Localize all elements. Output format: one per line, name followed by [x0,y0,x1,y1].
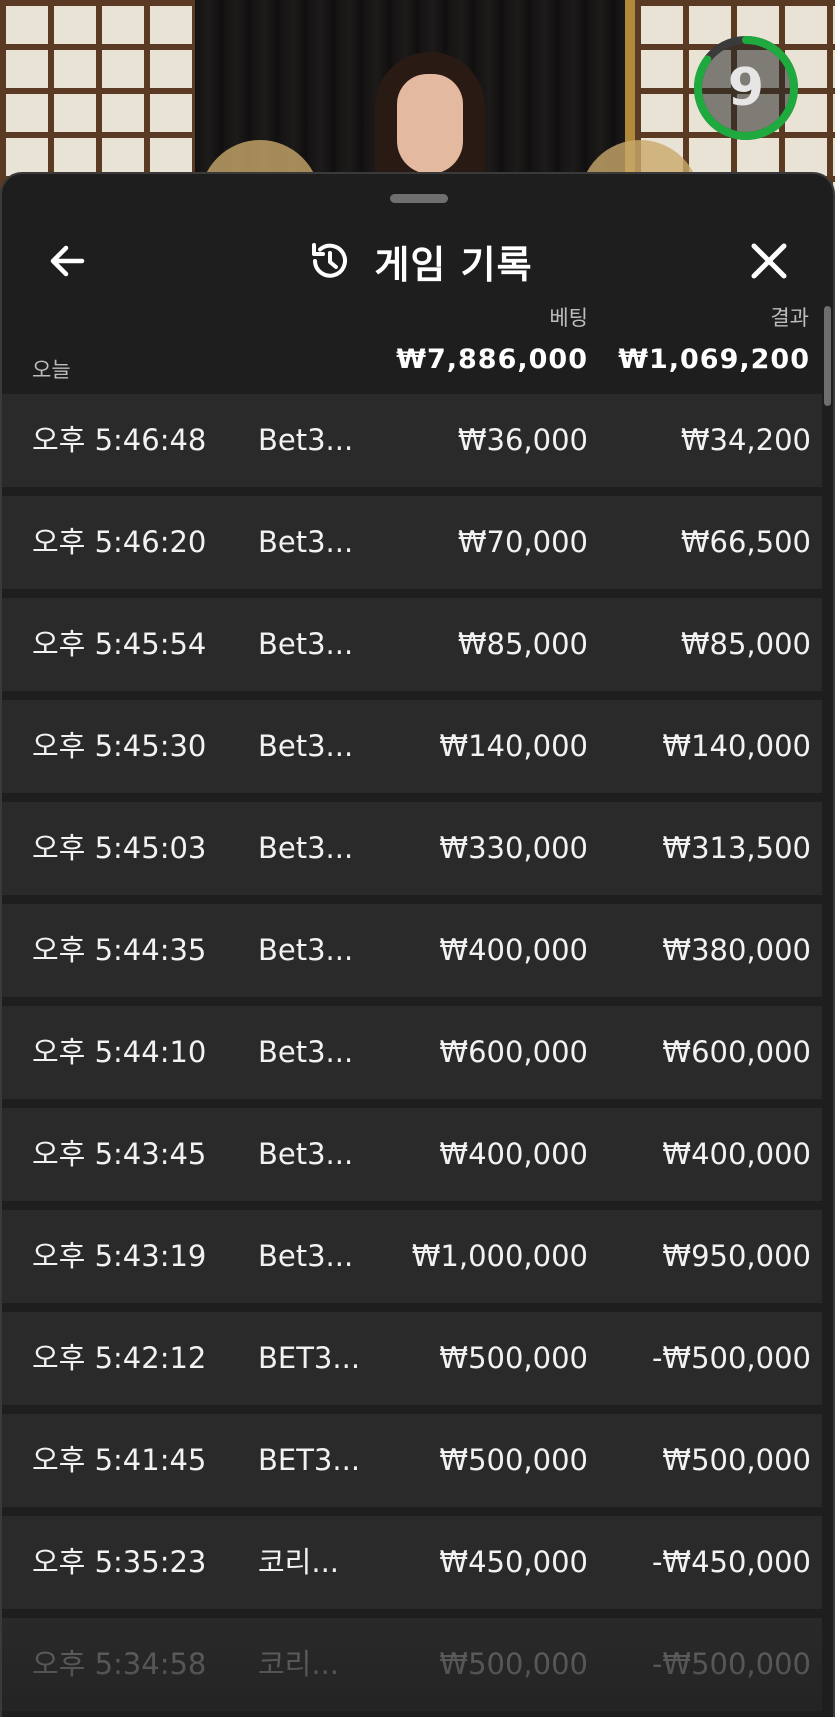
row-bet-amount: ₩500,000 [439,1647,588,1681]
row-game-name: 코리... [258,1545,340,1579]
row-game-name: Bet3... [258,729,354,763]
close-button[interactable] [742,234,796,288]
row-game-name: BET3... [258,1341,361,1375]
game-history-sheet: 게임 기록 베팅 결과 오늘 ₩7,886,000 ₩1,069,200 오후 … [0,172,835,1717]
history-row[interactable]: 오후 5:43:45 Bet3... ₩400,000 ₩400,000 [2,1108,822,1201]
bet-column-header: 베팅 [549,306,588,330]
history-clock-icon [312,243,348,278]
timer-value: 9 [727,58,765,118]
row-time: 오후 5:43:19 [32,1239,207,1273]
row-bet-amount: ₩600,000 [439,1035,588,1069]
sheet-title: 게임 기록 [374,242,533,287]
row-game-name: Bet3... [258,1035,354,1069]
row-time: 오후 5:43:45 [32,1137,207,1171]
history-row[interactable]: 오후 5:45:54 Bet3... ₩85,000 ₩85,000 [2,598,822,691]
row-bet-amount: ₩85,000 [457,627,588,661]
total-result: ₩1,069,200 [618,344,810,375]
history-row[interactable]: 오후 5:44:10 Bet3... ₩600,000 ₩600,000 [2,1006,822,1099]
row-time: 오후 5:45:03 [32,831,207,865]
row-result-amount: -₩500,000 [651,1647,811,1681]
row-result-amount: ₩380,000 [662,933,811,967]
row-result-amount: ₩600,000 [662,1035,811,1069]
sheet-title-group: 게임 기록 [2,234,833,288]
row-result-amount: ₩313,500 [662,831,811,865]
row-time: 오후 5:46:20 [32,525,207,559]
countdown-timer: 9 [690,32,802,144]
row-time: 오후 5:41:45 [32,1443,207,1477]
row-result-amount: ₩500,000 [662,1443,811,1477]
history-row[interactable]: 오후 5:46:48 Bet3... ₩36,000 ₩34,200 [2,394,822,487]
row-game-name: Bet3... [258,933,354,967]
row-bet-amount: ₩450,000 [439,1545,588,1579]
history-row[interactable]: 오후 5:46:20 Bet3... ₩70,000 ₩66,500 [2,496,822,589]
total-bet: ₩7,886,000 [396,344,588,375]
close-icon [751,243,787,279]
row-game-name: 코리... [258,1647,340,1681]
row-time: 오후 5:35:23 [32,1545,207,1579]
row-game-name: Bet3... [258,525,354,559]
history-row[interactable]: 오후 5:43:19 Bet3... ₩1,000,000 ₩950,000 [2,1210,822,1303]
history-list: 오후 5:46:48 Bet3... ₩36,000 ₩34,200 오후 5:46:2… [2,394,822,1717]
daily-summary: 오늘 ₩7,886,000 ₩1,069,200 [2,344,833,384]
row-bet-amount: ₩1,000,000 [411,1239,588,1273]
row-result-amount: ₩85,000 [680,627,811,661]
row-bet-amount: ₩70,000 [457,525,588,559]
row-bet-amount: ₩500,000 [439,1341,588,1375]
row-time: 오후 5:46:48 [32,423,207,457]
row-game-name: Bet3... [258,1137,354,1171]
history-row[interactable]: 오후 5:45:30 Bet3... ₩140,000 ₩140,000 [2,700,822,793]
row-result-amount: -₩450,000 [651,1545,811,1579]
row-result-amount: -₩500,000 [651,1341,811,1375]
row-result-amount: ₩34,200 [680,423,811,457]
row-time: 오후 5:45:30 [32,729,207,763]
history-row[interactable]: 오후 5:44:35 Bet3... ₩400,000 ₩380,000 [2,904,822,997]
row-bet-amount: ₩400,000 [439,1137,588,1171]
row-time: 오후 5:45:54 [32,627,207,661]
row-game-name: Bet3... [258,423,354,457]
row-time: 오후 5:34:58 [32,1647,207,1681]
result-column-header: 결과 [770,306,809,330]
row-game-name: BET3... [258,1443,361,1477]
row-result-amount: ₩400,000 [662,1137,811,1171]
history-row[interactable]: 오후 5:45:03 Bet3... ₩330,000 ₩313,500 [2,802,822,895]
row-bet-amount: ₩140,000 [439,729,588,763]
history-row[interactable]: 오후 5:34:58 코리... ₩500,000 -₩500,000 [2,1618,822,1711]
column-headers: 베팅 결과 [2,302,833,332]
sheet-header: 게임 기록 [2,204,833,304]
row-result-amount: ₩950,000 [662,1239,811,1273]
row-bet-amount: ₩330,000 [439,831,588,865]
history-row[interactable]: 오후 5:35:23 코리... ₩450,000 -₩450,000 [2,1516,822,1609]
row-time: 오후 5:44:35 [32,933,207,967]
row-time: 오후 5:42:12 [32,1341,207,1375]
history-row[interactable]: 오후 5:41:45 BET3... ₩500,000 ₩500,000 [2,1414,822,1507]
row-time: 오후 5:44:10 [32,1035,207,1069]
row-game-name: Bet3... [258,831,354,865]
history-row[interactable]: 오후 5:42:12 BET3... ₩500,000 -₩500,000 [2,1312,822,1405]
date-group-label: 오늘 [32,358,71,382]
scrollbar[interactable] [824,306,831,406]
row-game-name: Bet3... [258,627,354,661]
row-bet-amount: ₩36,000 [457,423,588,457]
row-game-name: Bet3... [258,1239,354,1273]
row-bet-amount: ₩400,000 [439,933,588,967]
row-result-amount: ₩66,500 [680,525,811,559]
row-bet-amount: ₩500,000 [439,1443,588,1477]
row-result-amount: ₩140,000 [662,729,811,763]
sheet-drag-handle[interactable] [390,194,448,203]
